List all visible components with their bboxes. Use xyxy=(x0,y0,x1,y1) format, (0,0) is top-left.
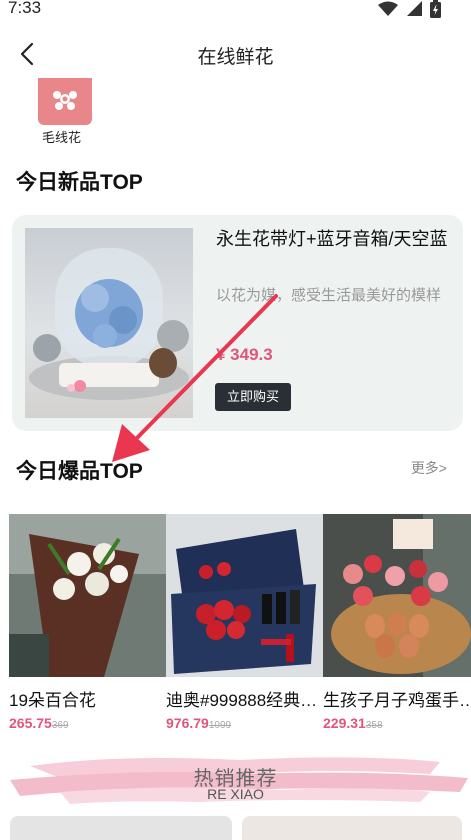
buy-now-button[interactable]: 立即购买 xyxy=(215,383,291,411)
new-product-price: ¥ 349.3 xyxy=(216,345,273,364)
new-products-title: 今日新品TOP xyxy=(16,171,143,194)
hot-product-old-price: 369 xyxy=(51,720,69,731)
hot-product-item[interactable]: 迪奥#999888经典… 976.791099 xyxy=(166,514,323,733)
banner-subtitle: RE XIAO xyxy=(207,786,264,802)
wifi-icon xyxy=(378,1,398,16)
recommend-card[interactable] xyxy=(242,816,462,840)
rose-gift-box-image xyxy=(166,514,323,677)
hot-product-price-row: 976.791099 xyxy=(166,715,323,733)
hot-product-name: 生孩子月子鸡蛋手… xyxy=(323,691,471,710)
more-link[interactable]: 更多> xyxy=(411,458,447,478)
recommend-cards-preview xyxy=(0,816,471,840)
hot-product-price: 229.31 xyxy=(323,715,366,731)
hot-product-name: 19朵百合花 xyxy=(9,691,96,710)
status-bar: 7:33 xyxy=(0,0,471,22)
hot-sale-banner: 热销推荐 RE XIAO xyxy=(0,752,471,806)
hot-product-price-row: 229.31358 xyxy=(323,715,471,733)
hot-product-price-row: 265.75369 xyxy=(9,715,166,733)
status-icons xyxy=(378,0,441,18)
category-flower-icon xyxy=(38,78,92,125)
category-label: 毛线花 xyxy=(42,130,82,145)
hot-product-item[interactable]: 生孩子月子鸡蛋手… 229.31358 xyxy=(323,514,471,733)
category-item-yarn-flower[interactable]: 毛线花 xyxy=(38,78,94,146)
new-product-name: 永生花带灯+蓝牙音箱/天空蓝 xyxy=(216,229,448,249)
recommend-card[interactable] xyxy=(10,816,232,840)
hot-products-list: 19朵百合花 265.75369 迪奥#999888经典… 976.791099… xyxy=(9,514,471,734)
hot-product-old-price: 358 xyxy=(365,720,383,731)
hot-product-item[interactable]: 19朵百合花 265.75369 xyxy=(9,514,166,733)
page-title: 在线鲜花 xyxy=(197,47,274,68)
hot-product-price: 265.75 xyxy=(9,715,52,731)
hot-products-title: 今日爆品TOP xyxy=(16,460,143,483)
new-product-image xyxy=(25,228,193,418)
new-product-card[interactable]: 永生花带灯+蓝牙音箱/天空蓝 以花为媒，感受生活最美好的模样 ¥ 349.3 立… xyxy=(12,215,463,431)
status-time: 7:33 xyxy=(8,0,42,17)
egg-flower-basket-image xyxy=(323,514,471,677)
hot-product-name: 迪奥#999888经典… xyxy=(166,691,318,710)
hot-product-old-price: 1099 xyxy=(208,720,232,731)
nav-bar: 在线鲜花 xyxy=(0,30,471,76)
new-product-desc: 以花为媒，感受生活最美好的模样 xyxy=(216,287,442,304)
hot-product-price: 976.79 xyxy=(166,715,209,731)
signal-icon xyxy=(407,1,422,16)
battery-icon xyxy=(430,0,441,18)
lily-bouquet-image xyxy=(9,514,166,677)
